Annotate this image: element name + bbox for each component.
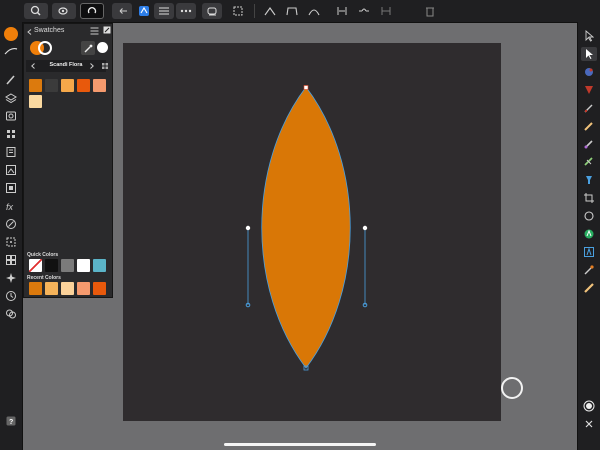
close-icon[interactable] — [581, 417, 597, 431]
pencil-icon[interactable] — [581, 119, 597, 133]
corner-icon[interactable] — [581, 83, 597, 97]
home-indicator[interactable] — [224, 443, 376, 446]
path-node[interactable] — [362, 225, 368, 231]
node-icon[interactable] — [581, 47, 597, 61]
touch-cursor-icon — [501, 377, 523, 399]
canvas-overlay — [245, 85, 523, 399]
right-tools-bar — [577, 22, 600, 450]
path-node-sharp[interactable] — [303, 85, 309, 90]
measure-icon[interactable] — [581, 281, 597, 295]
eyedropper-icon[interactable] — [581, 263, 597, 277]
transparency-icon[interactable] — [581, 173, 597, 187]
frame-text-icon[interactable] — [581, 245, 597, 259]
leaf-shape[interactable] — [261, 86, 351, 369]
record-icon[interactable] — [581, 399, 597, 413]
contour-icon[interactable] — [581, 65, 597, 79]
artistic-text-icon[interactable] — [581, 227, 597, 241]
shape-icon[interactable] — [581, 209, 597, 223]
crop-icon[interactable] — [581, 191, 597, 205]
move-icon[interactable] — [581, 29, 597, 43]
fill-icon[interactable] — [581, 155, 597, 169]
brush-icon[interactable] — [581, 137, 597, 151]
pen-icon[interactable] — [581, 101, 597, 115]
path-node[interactable] — [245, 225, 251, 231]
